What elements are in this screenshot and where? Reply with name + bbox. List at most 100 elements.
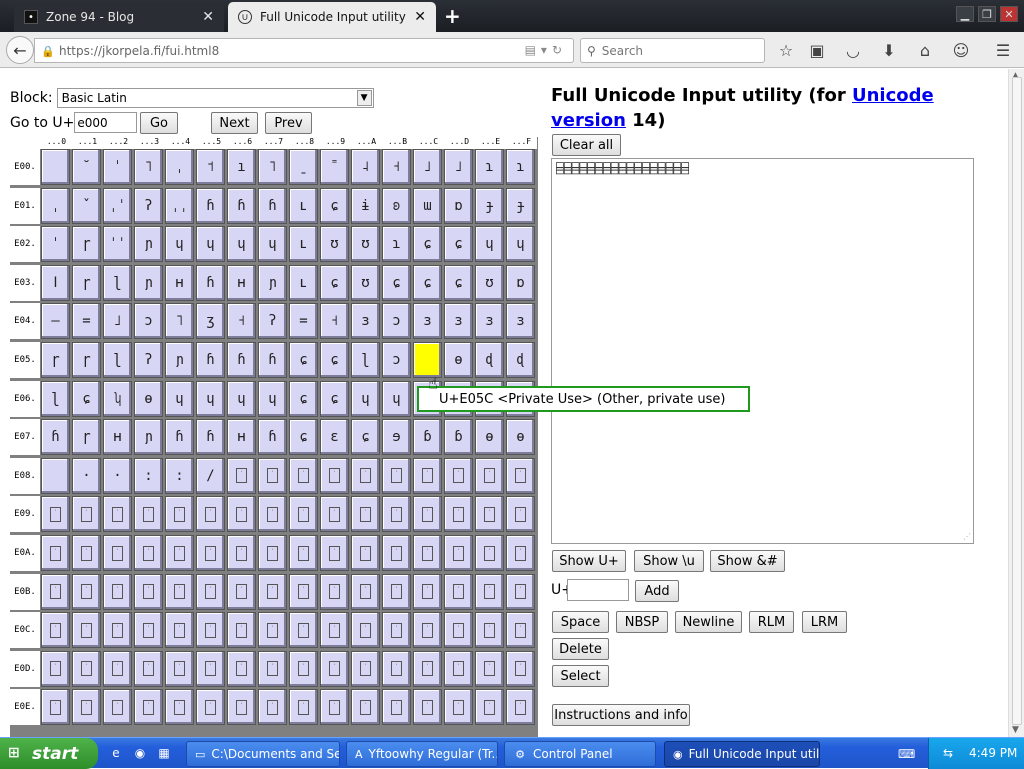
char-cell[interactable]: ɼ	[72, 264, 101, 301]
scroll-down-icon[interactable]: ▼	[1012, 725, 1019, 735]
char-cell[interactable]: ·	[320, 612, 349, 649]
char-cell[interactable]: ·	[506, 535, 535, 571]
prev-button[interactable]: Prev	[265, 112, 312, 134]
search-input[interactable]: ⚲ Search	[580, 38, 765, 63]
char-cell[interactable]: ˧	[227, 303, 256, 340]
char-cell[interactable]: ·	[134, 689, 163, 726]
char-cell[interactable]: ʊ	[351, 226, 380, 263]
char-cell[interactable]: ʟ	[289, 264, 318, 301]
char-cell[interactable]: ·	[289, 573, 318, 610]
char-cell[interactable]: ·	[227, 535, 256, 571]
char-cell[interactable]: ·	[382, 689, 411, 726]
char-cell[interactable]: ·	[41, 535, 70, 571]
char-cell[interactable]: ·	[72, 612, 101, 649]
char-cell[interactable]: ·	[382, 573, 411, 610]
char-cell[interactable]: ˌ	[41, 187, 70, 224]
char-cell[interactable]: ·	[320, 689, 349, 726]
char-cell[interactable]: ·	[289, 457, 318, 494]
char-cell[interactable]: ·	[196, 496, 225, 533]
char-cell[interactable]: ɕ	[444, 264, 473, 301]
ie-quicklaunch-icon[interactable]: e	[108, 745, 124, 761]
char-cell[interactable]: ·	[41, 650, 70, 687]
char-cell[interactable]: ·	[103, 496, 132, 533]
char-cell[interactable]: ˍ	[289, 149, 318, 185]
char-cell[interactable]: ɟ	[475, 187, 504, 224]
reader-reload-icons[interactable]: ▤▾↻	[525, 43, 567, 57]
char-cell[interactable]: ˘	[72, 149, 101, 185]
char-cell[interactable]: ·	[475, 573, 504, 610]
char-cell[interactable]: ɭ	[103, 264, 132, 301]
char-cell[interactable]: ·	[258, 573, 287, 610]
char-cell[interactable]: ʊ	[351, 264, 380, 301]
char-cell[interactable]: ɦ	[258, 187, 287, 224]
show-backslash-u-button[interactable]: Show \u	[634, 550, 704, 572]
char-cell[interactable]: ɵ	[506, 419, 535, 456]
char-cell[interactable]: ɕ	[289, 342, 318, 378]
network-icon[interactable]: ⇆	[943, 746, 953, 760]
char-cell[interactable]: ·	[165, 612, 194, 649]
char-cell[interactable]: ·	[382, 650, 411, 687]
char-cell[interactable]: ·	[444, 573, 473, 610]
char-cell[interactable]: ·	[320, 457, 349, 494]
char-cell[interactable]: ˇ	[72, 187, 101, 224]
char-cell[interactable]: ɖ	[475, 342, 504, 378]
char-cell[interactable]: ɓ	[413, 419, 442, 456]
char-cell[interactable]: ˥	[165, 303, 194, 340]
char-cell[interactable]: ·	[475, 612, 504, 649]
char-cell[interactable]: ɖ	[506, 342, 535, 378]
char-cell[interactable]: ɼ	[72, 226, 101, 263]
char-cell[interactable]: ɜ	[413, 303, 442, 340]
resize-grip-icon[interactable]: ⋰	[963, 532, 971, 541]
char-cell[interactable]: ˭	[320, 149, 349, 185]
char-cell[interactable]: ɕ	[320, 187, 349, 224]
char-cell[interactable]: ·	[41, 496, 70, 533]
char-cell[interactable]: ɥ	[351, 380, 380, 417]
char-cell[interactable]: ·	[258, 650, 287, 687]
lrm-button[interactable]: LRM	[802, 611, 847, 633]
char-cell[interactable]: ˈˈ	[103, 226, 132, 263]
char-cell[interactable]: ·	[413, 612, 442, 649]
char-cell[interactable]: ·	[103, 573, 132, 610]
space-button[interactable]: Space	[552, 611, 609, 633]
char-cell[interactable]: ·	[351, 689, 380, 726]
char-cell[interactable]: ·	[165, 535, 194, 571]
char-cell[interactable]: ·	[382, 457, 411, 494]
char-cell[interactable]: ·	[72, 689, 101, 726]
char-cell[interactable]: ˩	[103, 303, 132, 340]
char-cell[interactable]: ·	[196, 689, 225, 726]
char-cell[interactable]: ·	[72, 535, 101, 571]
char-cell[interactable]: ɕ	[72, 380, 101, 417]
char-cell[interactable]: ʜ	[227, 419, 256, 456]
char-cell[interactable]: ·	[444, 457, 473, 494]
char-cell[interactable]: ɥ	[258, 380, 287, 417]
char-cell[interactable]: ·	[289, 650, 318, 687]
char-cell[interactable]: ·	[196, 650, 225, 687]
url-bar[interactable]: 🔒 https://jkorpela.fi/fui.html8 ▤▾↻	[34, 38, 574, 63]
char-cell[interactable]: ɕ	[320, 264, 349, 301]
char-cell[interactable]: ɕ	[320, 380, 349, 417]
char-cell[interactable]: ɼ	[72, 342, 101, 378]
go-button[interactable]: Go	[140, 112, 178, 134]
char-cell[interactable]: ʮ	[103, 380, 132, 417]
add-button[interactable]: Add	[635, 580, 679, 602]
char-cell[interactable]: ·	[289, 535, 318, 571]
char-cell[interactable]: ɥ	[196, 380, 225, 417]
char-cell[interactable]: ·	[506, 496, 535, 533]
char-cell[interactable]: ·	[475, 496, 504, 533]
char-cell[interactable]	[413, 342, 442, 378]
char-cell[interactable]: ɦ	[196, 187, 225, 224]
close-window-icon[interactable]: ✕	[1000, 6, 1018, 22]
char-cell[interactable]: ɭ	[351, 342, 380, 378]
char-cell[interactable]: ɵ	[444, 342, 473, 378]
char-cell[interactable]: ·	[227, 457, 256, 494]
char-cell[interactable]: ˈ	[103, 149, 132, 185]
char-cell[interactable]: ·	[382, 612, 411, 649]
char-cell[interactable]: ɕ	[413, 226, 442, 263]
chevron-down-icon[interactable]: ▼	[356, 90, 372, 106]
char-cell[interactable]: ɿ	[475, 149, 504, 185]
char-cell[interactable]: ˩	[413, 149, 442, 185]
char-cell[interactable]: ɔ	[382, 303, 411, 340]
char-cell[interactable]: ·	[413, 573, 442, 610]
instructions-button[interactable]: Instructions and info	[552, 704, 690, 726]
char-cell[interactable]: ˌˈ	[103, 187, 132, 224]
